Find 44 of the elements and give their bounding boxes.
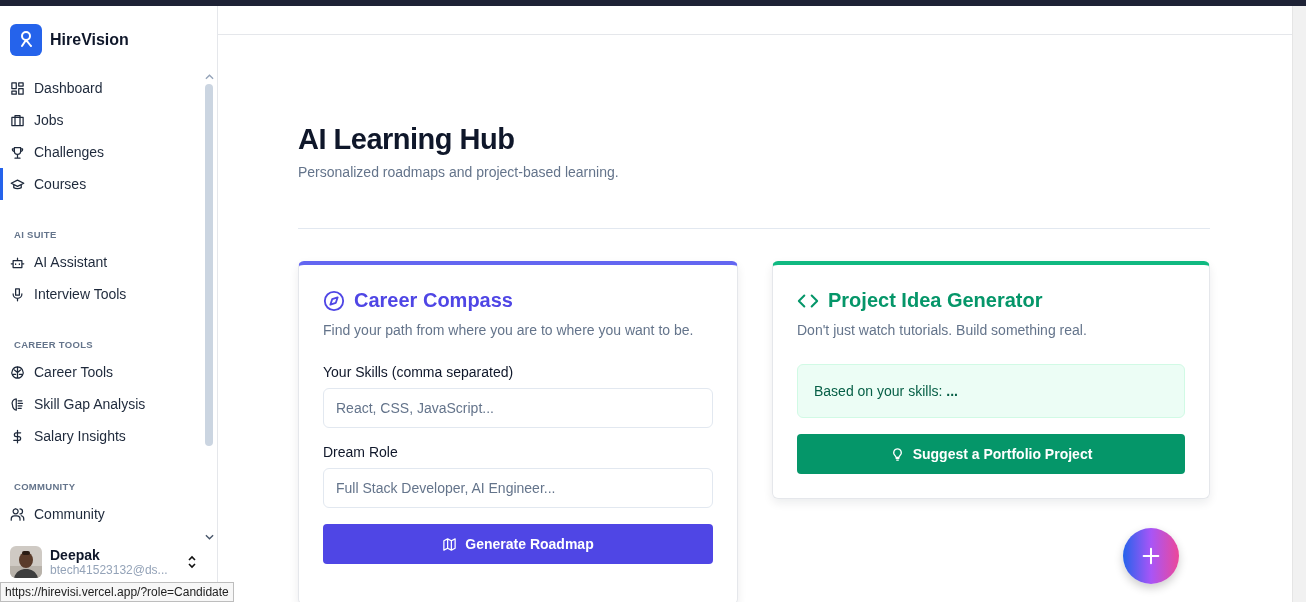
- scroll-down-icon[interactable]: [204, 534, 214, 540]
- grid-icon: [10, 80, 25, 96]
- chevrons-icon[interactable]: [187, 554, 197, 570]
- microphone-icon: [10, 286, 25, 302]
- section-heading: AI SUITE: [13, 228, 58, 242]
- scrollbar-thumb[interactable]: [205, 84, 213, 446]
- graduation-cap-icon: [10, 176, 25, 192]
- brand-name: HireVision: [50, 31, 129, 49]
- nav-item[interactable]: Jobs: [0, 104, 204, 136]
- input-field[interactable]: React, CSS, JavaScript...: [323, 388, 713, 428]
- field-label: Your Skills (comma separated): [323, 364, 515, 380]
- section-heading: CAREER TOOLS: [13, 338, 94, 352]
- user-name: Deepak: [50, 547, 101, 563]
- nav-item[interactable]: Courses: [0, 168, 204, 200]
- suggest-project-button[interactable]: Suggest a Portfolio Project: [797, 434, 1185, 474]
- card-title: Project Idea Generator: [828, 289, 1043, 312]
- trophy-icon: [10, 144, 25, 160]
- nav-item[interactable]: Community: [0, 498, 204, 530]
- nav-item[interactable]: Challenges: [0, 136, 204, 168]
- page-title: AI Learning Hub: [298, 123, 516, 156]
- section-heading: COMMUNITY: [13, 480, 77, 494]
- logo-icon: [10, 24, 42, 56]
- generate-roadmap-button[interactable]: Generate Roadmap: [323, 524, 713, 564]
- user-email: btech41523132@ds...: [50, 563, 169, 577]
- card-description: Find your path from where you are to where you want to be.: [323, 321, 695, 340]
- map-icon: [442, 536, 458, 552]
- nav-item[interactable]: Dashboard: [0, 72, 204, 104]
- nav-item[interactable]: Skill Gap Analysis: [0, 388, 204, 420]
- skills-note: Based on your skills: ...: [797, 364, 1185, 418]
- plus-icon: [1140, 545, 1162, 567]
- card-description: Don't just watch tutorials. Build something real.: [797, 321, 1088, 340]
- users-icon: [10, 506, 25, 522]
- robot-icon: [10, 254, 25, 270]
- field-label: Dream Role: [323, 444, 399, 460]
- nav-item[interactable]: Interview Tools: [0, 278, 204, 310]
- compass-icon: [323, 289, 345, 312]
- nav-item[interactable]: AI Assistant: [0, 246, 204, 278]
- briefcase-icon: [10, 112, 25, 128]
- add-button[interactable]: [1123, 528, 1179, 584]
- input-field[interactable]: Full Stack Developer, AI Engineer...: [323, 468, 713, 508]
- nav-item[interactable]: Career Tools: [0, 356, 204, 388]
- page-subtitle: Personalized roadmaps and project-based learning.: [298, 164, 620, 180]
- nav-item[interactable]: Salary Insights: [0, 420, 204, 452]
- card-title: Career Compass: [354, 289, 513, 312]
